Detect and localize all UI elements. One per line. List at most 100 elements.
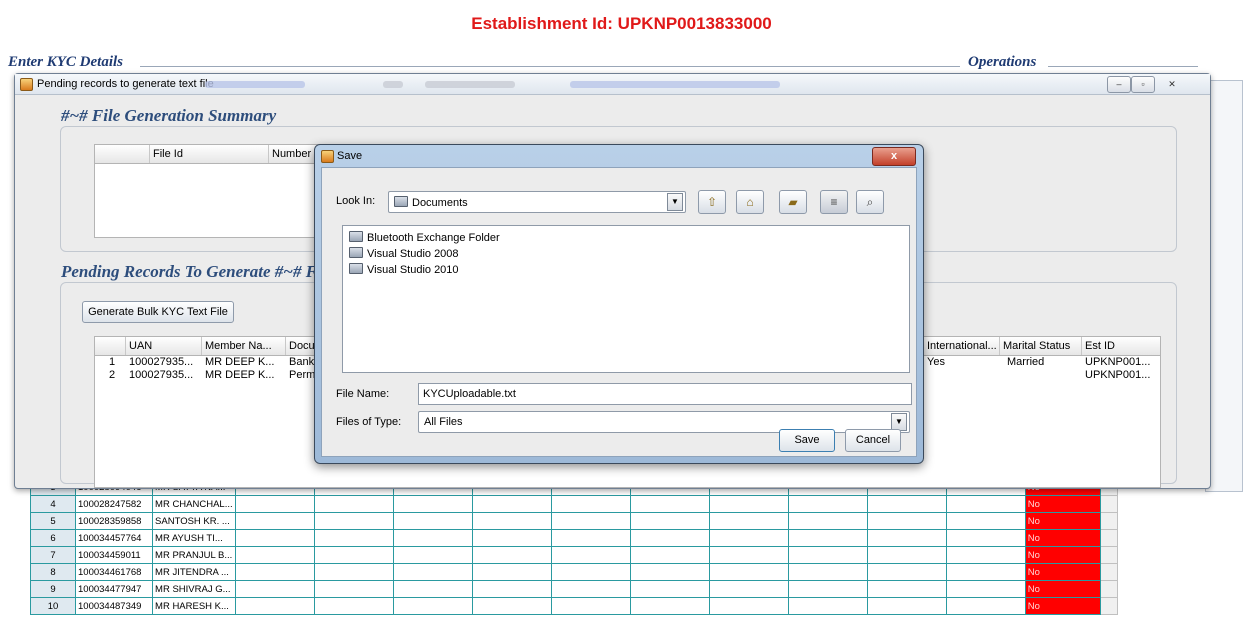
empty-cell	[708, 597, 789, 615]
up-one-level-icon[interactable]: ⇧	[698, 190, 726, 214]
empty-cell	[471, 597, 552, 615]
list-item[interactable]: Visual Studio 2010	[349, 263, 459, 276]
empty-cell	[945, 580, 1026, 598]
empty-cell	[234, 580, 315, 598]
marital-status-column[interactable]: Marital Status	[999, 337, 1082, 355]
table-row[interactable]: 8 100034461768 MR JITENDRA ... No	[29, 563, 1119, 581]
file-name-input[interactable]: KYCUploadable.txt	[418, 383, 912, 405]
empty-cell	[234, 512, 315, 530]
international-column[interactable]: International...	[923, 337, 1000, 355]
empty-cell	[866, 563, 947, 581]
new-folder-icon[interactable]: ▰	[779, 190, 807, 214]
save-button[interactable]: Save	[779, 429, 835, 452]
empty-cell	[392, 597, 473, 615]
empty-cell	[945, 546, 1026, 564]
empty-cell	[787, 597, 868, 615]
row-num-column	[95, 337, 126, 355]
maximize-button[interactable]: ▫	[1131, 76, 1155, 93]
empty-cell	[629, 563, 710, 581]
empty-cell	[234, 546, 315, 564]
folder-icon	[349, 263, 363, 274]
list-item[interactable]: Visual Studio 2008	[349, 247, 459, 260]
empty-cell	[313, 597, 394, 615]
scrollbar-cell	[1099, 529, 1119, 547]
uan-cell: 100034477947	[75, 580, 154, 598]
uan-cell: 100027935...	[129, 356, 194, 368]
empty-cell	[629, 546, 710, 564]
empty-cell	[234, 563, 315, 581]
empty-cell	[945, 563, 1026, 581]
generate-bulk-kyc-button[interactable]: Generate Bulk KYC Text File	[82, 301, 234, 323]
empty-cell	[471, 529, 552, 547]
member-name-cell: SANTOSH KR. ...	[152, 512, 236, 530]
empty-cell	[392, 512, 473, 530]
table-row[interactable]: 9 100034477947 MR SHIVRAJ G... No	[29, 580, 1119, 598]
est-id-column[interactable]: Est ID	[1081, 337, 1159, 355]
list-view-icon[interactable]: ≡	[820, 190, 848, 214]
est-id-cell: UPKNP001...	[1085, 369, 1151, 381]
file-name-label: File Name:	[336, 388, 390, 400]
empty-cell	[629, 495, 710, 513]
home-icon[interactable]: ⌂	[736, 190, 764, 214]
empty-cell	[550, 529, 631, 547]
member-name-column[interactable]: Member Na...	[201, 337, 286, 355]
table-row[interactable]: 4 100028247582 MR CHANCHAL... No	[29, 495, 1119, 513]
table-row[interactable]: 7 100034459011 MR PRANJUL B... No	[29, 546, 1119, 564]
row-number: 9	[29, 580, 77, 598]
empty-cell	[708, 563, 789, 581]
window-title-bar[interactable]: Pending records to generate text file ‒ …	[15, 74, 1210, 95]
cancel-button[interactable]: Cancel	[845, 429, 901, 452]
look-in-combo[interactable]: Documents ▼	[388, 191, 686, 213]
empty-cell	[471, 546, 552, 564]
member-name-cell: MR AYUSH TI...	[152, 529, 236, 547]
empty-cell	[866, 580, 947, 598]
table-row[interactable]: 5 100028359858 SANTOSH KR. ... No	[29, 512, 1119, 530]
pending-section-title: Pending Records To Generate #~# Fi	[61, 262, 322, 281]
empty-cell	[866, 512, 947, 530]
redacted-field	[205, 81, 305, 88]
empty-cell	[392, 580, 473, 598]
scrollbar-cell	[1099, 597, 1119, 615]
empty-cell	[392, 563, 473, 581]
status-cell: No	[1024, 546, 1101, 564]
empty-cell	[787, 563, 868, 581]
dialog-title: Save	[337, 150, 363, 162]
files-of-type-combo[interactable]: All Files ▼	[418, 411, 910, 433]
save-dialog-body: Look In: Documents ▼ ⇧ ⌂ ▰ ≡ ⌕ Bluetooth…	[321, 167, 917, 457]
empty-cell	[550, 597, 631, 615]
uan-cell: 100034457764	[75, 529, 154, 547]
empty-cell	[313, 563, 394, 581]
empty-cell	[787, 512, 868, 530]
empty-cell	[550, 546, 631, 564]
summary-section-title: #~# File Generation Summary	[61, 106, 277, 125]
empty-cell	[471, 495, 552, 513]
empty-cell	[550, 512, 631, 530]
details-view-icon[interactable]: ⌕	[856, 190, 884, 214]
table-row[interactable]: 10 100034487349 MR HARESH K... No	[29, 597, 1119, 615]
empty-cell	[866, 546, 947, 564]
table-row[interactable]: 6 100034457764 MR AYUSH TI... No	[29, 529, 1119, 547]
empty-cell	[629, 597, 710, 615]
empty-cell	[550, 563, 631, 581]
file-id-column[interactable]: File Id	[149, 145, 269, 163]
empty-cell	[866, 529, 947, 547]
uan-column[interactable]: UAN	[125, 337, 202, 355]
empty-cell	[708, 512, 789, 530]
list-item[interactable]: Bluetooth Exchange Folder	[349, 231, 500, 244]
row-num-column	[95, 145, 150, 163]
minimize-button[interactable]: ‒	[1107, 76, 1131, 93]
empty-cell	[313, 546, 394, 564]
international-cell: Yes	[927, 356, 945, 368]
row-number: 8	[29, 563, 77, 581]
folder-icon	[349, 231, 363, 242]
row-number: 2	[109, 369, 116, 381]
close-dialog-button[interactable]: x	[872, 147, 916, 166]
kyc-records-grid: 3100028094046MR SATYA NA...No41000282475…	[29, 478, 1119, 615]
redacted-field	[425, 81, 515, 88]
empty-cell	[787, 495, 868, 513]
chevron-down-icon[interactable]: ▼	[667, 193, 683, 211]
close-window-button[interactable]: ✕	[1160, 76, 1184, 93]
file-list[interactable]: Bluetooth Exchange Folder Visual Studio …	[342, 225, 910, 373]
scrollbar-cell	[1099, 563, 1119, 581]
operations-divider	[1048, 66, 1198, 67]
